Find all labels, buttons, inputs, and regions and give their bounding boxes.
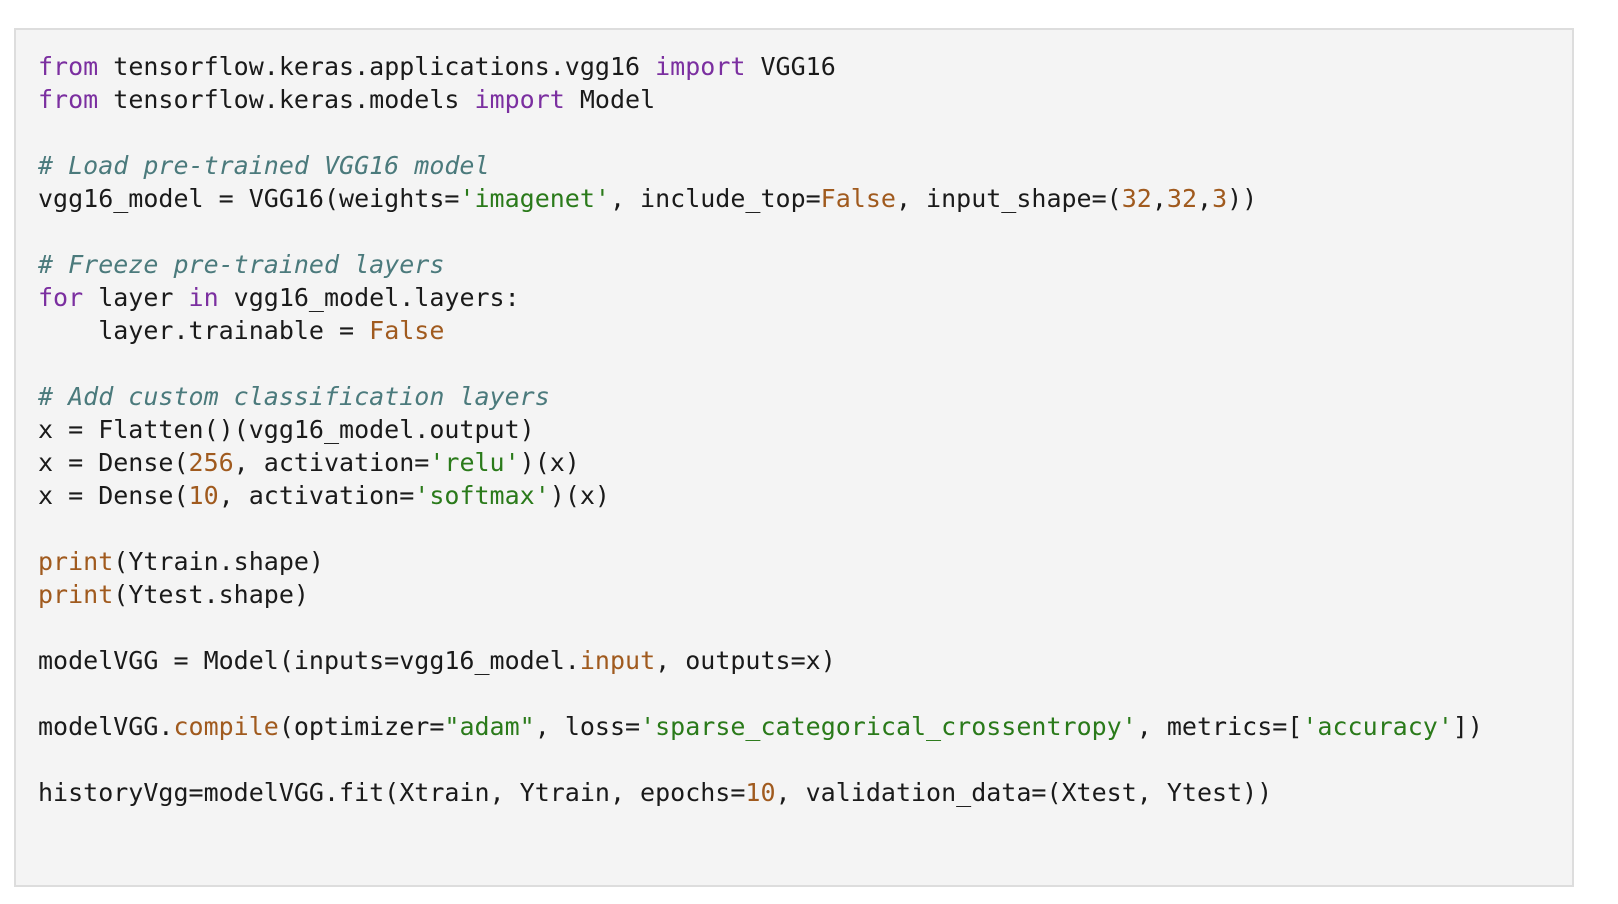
- code-line: print(Ytest.shape): [38, 578, 1483, 611]
- code-line: # Freeze pre-trained layers: [38, 248, 1483, 281]
- code-line: modelVGG = Model(inputs=vgg16_model.inpu…: [38, 644, 1483, 677]
- text-token: , input_shape=(: [895, 184, 1122, 213]
- code-line: historyVgg=modelVGG.fit(Xtrain, Ytrain, …: [38, 776, 1483, 809]
- code-line: x = Dense(10, activation='softmax')(x): [38, 479, 1483, 512]
- text-token: (optimizer=: [278, 712, 445, 741]
- comment-token: # Load pre-trained VGG16 model: [38, 151, 490, 180]
- keyword-token: from: [38, 85, 99, 114]
- text-token: modelVGG = Model(inputs=vgg16_model.: [38, 646, 580, 675]
- text-token: ,: [1151, 184, 1167, 213]
- number-token: False: [369, 316, 445, 345]
- string-token: "adam": [444, 712, 535, 741]
- code-line: # Load pre-trained VGG16 model: [38, 149, 1483, 182]
- text-token: )(x): [549, 481, 610, 510]
- text-token: x = Dense(: [38, 448, 189, 477]
- text-token: (Ytest.shape): [113, 580, 309, 609]
- text-token: tensorflow.keras.applications.vgg16: [98, 52, 656, 81]
- text-token: (Ytrain.shape): [113, 547, 324, 576]
- text-token: layer.trainable =: [38, 316, 370, 345]
- number-token: 32: [1121, 184, 1152, 213]
- keyword-token: in: [188, 283, 219, 312]
- text-token: layer: [83, 283, 189, 312]
- text-token: , metrics=[: [1136, 712, 1303, 741]
- text-token: ,: [1197, 184, 1213, 213]
- text-token: , include_top=: [609, 184, 821, 213]
- text-token: , activation=: [233, 448, 430, 477]
- text-token: , activation=: [218, 481, 415, 510]
- text-token: )): [1227, 184, 1258, 213]
- code-line: modelVGG.compile(optimizer="adam", loss=…: [38, 710, 1483, 743]
- string-token: 'accuracy': [1302, 712, 1453, 741]
- code-line: print(Ytrain.shape): [38, 545, 1483, 578]
- code-line: x = Dense(256, activation='relu')(x): [38, 446, 1483, 479]
- number-token: False: [820, 184, 896, 213]
- text-token: modelVGG.: [38, 712, 174, 741]
- keyword-token: for: [38, 283, 84, 312]
- code-line: layer.trainable = False: [38, 314, 1483, 347]
- text-token: tensorflow.keras.models: [98, 85, 475, 114]
- text-token: x = Dense(: [38, 481, 189, 510]
- text-token: VGG16: [745, 52, 836, 81]
- comment-token: # Freeze pre-trained layers: [38, 250, 445, 279]
- number-token: 256: [188, 448, 234, 477]
- code-line: from tensorflow.keras.applications.vgg16…: [38, 50, 1483, 83]
- text-token: historyVgg=modelVGG.fit(Xtrain, Ytrain, …: [38, 778, 746, 807]
- text-token: Model: [564, 85, 656, 114]
- text-token: vgg16_model.layers:: [218, 283, 520, 312]
- text-token: , validation_data=(Xtest, Ytest)): [775, 778, 1273, 807]
- builtin-token: print: [38, 547, 114, 576]
- string-token: 'imagenet': [459, 184, 610, 213]
- number-token: 10: [188, 481, 219, 510]
- comment-token: # Add custom classification layers: [38, 382, 550, 411]
- text-token: , loss=: [534, 712, 641, 741]
- keyword-token: from: [38, 52, 99, 81]
- builtin-token: compile: [173, 712, 279, 741]
- code-line: # Add custom classification layers: [38, 380, 1483, 413]
- text-token: ]): [1452, 712, 1483, 741]
- string-token: 'softmax': [414, 481, 550, 510]
- code-line: x = Flatten()(vgg16_model.output): [38, 413, 1483, 446]
- code-line: from tensorflow.keras.models import Mode…: [38, 83, 1483, 116]
- text-token: )(x): [519, 448, 580, 477]
- builtin-token: input: [579, 646, 656, 675]
- number-token: 3: [1212, 184, 1228, 213]
- code-line: vgg16_model = VGG16(weights='imagenet', …: [38, 182, 1483, 215]
- code-line: for layer in vgg16_model.layers:: [38, 281, 1483, 314]
- string-token: 'relu': [429, 448, 520, 477]
- number-token: 32: [1166, 184, 1197, 213]
- keyword-token: import: [474, 85, 565, 114]
- code-editor[interactable]: from tensorflow.keras.applications.vgg16…: [38, 50, 1483, 809]
- text-token: x = Flatten()(vgg16_model.output): [38, 415, 535, 444]
- builtin-token: print: [38, 580, 114, 609]
- number-token: 10: [745, 778, 776, 807]
- code-cell[interactable]: from tensorflow.keras.applications.vgg16…: [14, 28, 1574, 887]
- string-token: 'sparse_categorical_crossentropy': [640, 712, 1137, 741]
- text-token: , outputs=x): [655, 646, 836, 675]
- text-token: vgg16_model = VGG16(weights=: [38, 184, 460, 213]
- keyword-token: import: [655, 52, 746, 81]
